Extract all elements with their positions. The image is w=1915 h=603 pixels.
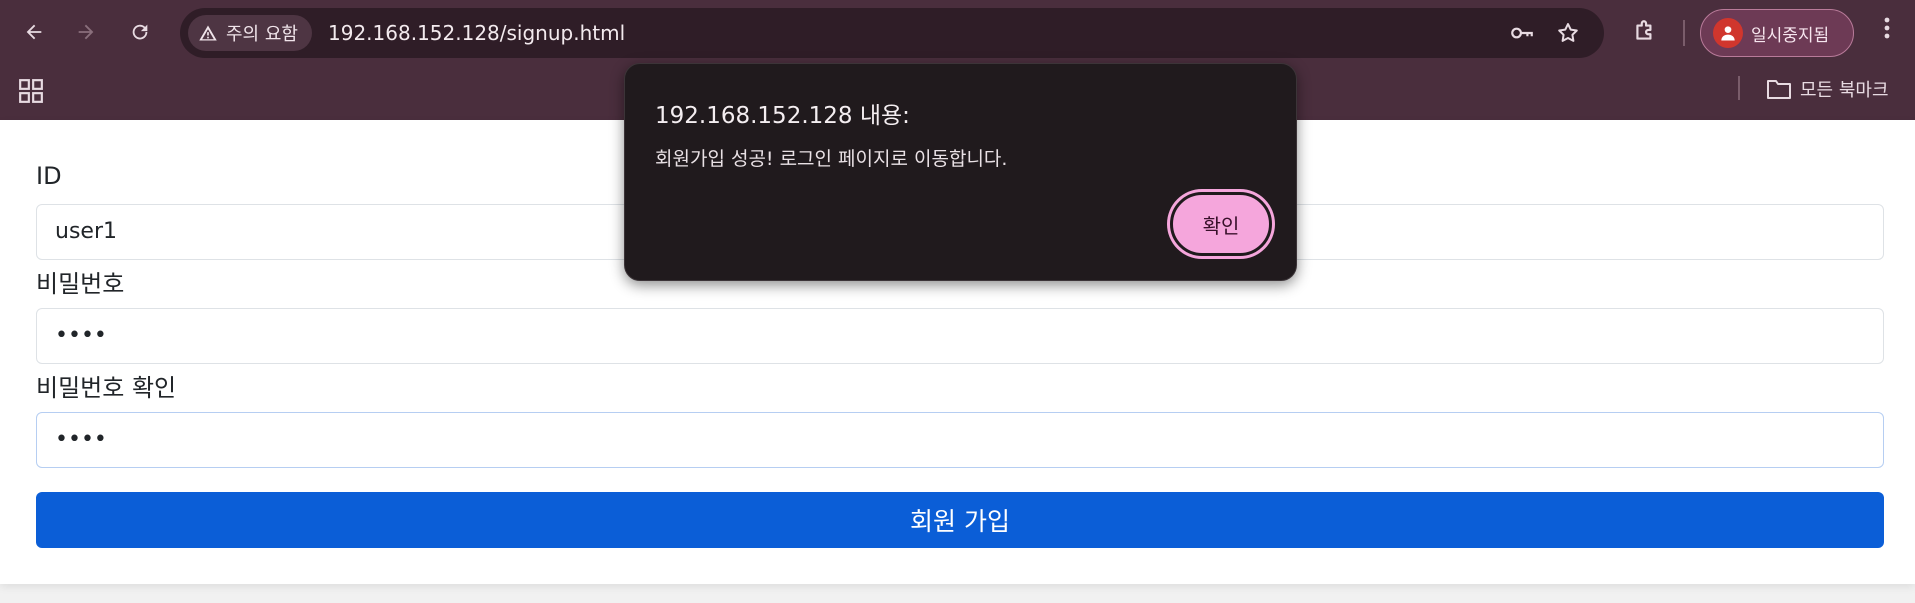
dialog-message: 회원가입 성공! 로그인 페이지로 이동합니다. — [655, 148, 1008, 170]
security-chip-label: 주의 요함 — [226, 24, 298, 45]
forward-button[interactable] — [66, 12, 106, 52]
browser-toolbar: 주의 요함 192.168.152.128/signup.html 일시중지됨 — [0, 0, 1915, 64]
reload-button[interactable] — [120, 12, 160, 52]
password-confirm-label: 비밀번호 확인 — [36, 374, 177, 402]
puzzle-icon — [1636, 20, 1652, 40]
dialog-title: 192.168.152.128 내용: — [655, 103, 910, 129]
signup-button[interactable]: 회원 가입 — [36, 492, 1884, 548]
password-label: 비밀번호 — [36, 270, 125, 298]
all-bookmarks-label: 모든 북마크 — [1800, 80, 1889, 101]
arrow-right-icon — [78, 24, 94, 40]
password-input[interactable]: •••• — [36, 308, 1884, 364]
person-icon — [1721, 26, 1735, 41]
security-chip[interactable]: 주의 요함 — [188, 15, 312, 51]
key-icon — [1511, 27, 1533, 39]
avatar — [1713, 18, 1743, 48]
browser-menu-button[interactable] — [1872, 14, 1902, 50]
folder-icon — [1767, 80, 1791, 99]
star-icon — [1558, 23, 1578, 42]
profile-label: 일시중지됨 — [1751, 25, 1830, 46]
apps-button[interactable] — [18, 78, 44, 104]
toolbar-divider — [1683, 20, 1685, 46]
profile-button[interactable]: 일시중지됨 — [1700, 9, 1854, 57]
dialog-ok-button[interactable]: 확인 — [1170, 192, 1272, 256]
arrow-left-icon — [26, 24, 42, 40]
password-key-button[interactable] — [1506, 17, 1538, 49]
id-label: ID — [36, 162, 62, 190]
reload-icon — [132, 24, 148, 40]
all-bookmarks-button[interactable]: 모든 북마크 — [1766, 74, 1889, 104]
bookmarks-divider — [1738, 76, 1740, 100]
url-text[interactable]: 192.168.152.128/signup.html — [328, 8, 625, 58]
extensions-button[interactable] — [1628, 14, 1662, 48]
kebab-menu-icon — [1884, 17, 1890, 39]
back-button[interactable] — [14, 12, 54, 52]
bookmark-star-button[interactable] — [1552, 17, 1584, 49]
apps-grid-icon — [19, 79, 43, 103]
alert-dialog: 192.168.152.128 내용: 회원가입 성공! 로그인 페이지로 이동… — [624, 63, 1297, 281]
warning-icon — [199, 25, 217, 41]
address-bar[interactable]: 주의 요함 192.168.152.128/signup.html — [180, 8, 1604, 58]
password-confirm-input[interactable]: •••• — [36, 412, 1884, 468]
